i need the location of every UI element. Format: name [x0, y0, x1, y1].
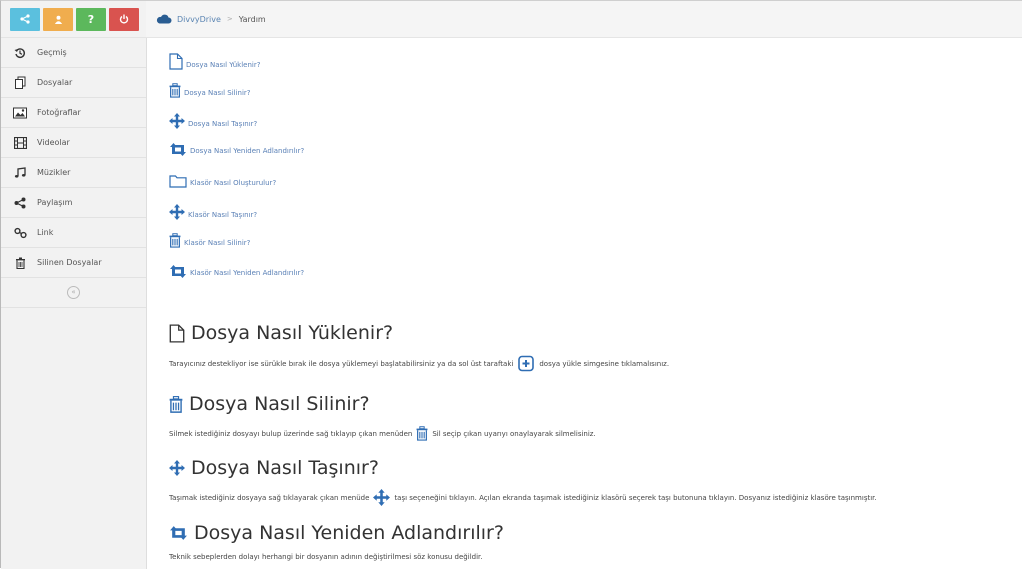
- photo-icon: [12, 105, 28, 121]
- sidebar-item-deleted-files[interactable]: Silinen Dosyalar: [1, 248, 146, 278]
- toc-link[interactable]: Klasör Nasıl Yeniden Adlandırılır?: [190, 269, 304, 278]
- sidebar-quick-buttons: ?: [1, 1, 146, 38]
- app-window: ? Geçmiş Dosyalar Fotoğraflar Videolar M…: [0, 0, 1022, 569]
- sidebar-nav: Geçmiş Dosyalar Fotoğraflar Videolar Müz…: [1, 38, 146, 278]
- section-title: Dosya Nasıl Silinir?: [169, 393, 370, 415]
- trash-icon: [169, 233, 181, 248]
- toc-item[interactable]: Klasör Nasıl Taşınır?: [169, 204, 257, 220]
- help-button[interactable]: ?: [76, 7, 106, 31]
- breadcrumb-current: Yardım: [238, 14, 266, 24]
- sidebar-item-label: Videolar: [37, 138, 70, 147]
- toc-item[interactable]: Dosya Nasıl Silinir?: [169, 83, 251, 98]
- share-icon: [12, 195, 28, 211]
- section-text: Silmek istediğiniz dosyayı bulup üzerind…: [169, 426, 596, 441]
- section-text-part: Tarayıcınız destekliyor ise sürükle bıra…: [169, 360, 514, 368]
- toc-item[interactable]: Dosya Nasıl Taşınır?: [169, 113, 257, 129]
- section-title-text: Dosya Nasıl Yeniden Adlandırılır?: [194, 522, 504, 544]
- section-title: Dosya Nasıl Yüklenir?: [169, 322, 393, 344]
- section-text-part: Teknik sebeplerden dolayı herhangi bir d…: [169, 553, 483, 561]
- section-title-text: Dosya Nasıl Silinir?: [189, 393, 370, 415]
- move-icon: [169, 113, 185, 129]
- sidebar-item-label: Müzikler: [37, 168, 71, 177]
- music-icon: [12, 165, 28, 181]
- sidebar-item-label: Geçmiş: [37, 48, 67, 57]
- sidebar-item-label: Fotoğraflar: [37, 108, 81, 117]
- file-icon: [169, 53, 183, 70]
- file-icon: [169, 323, 185, 343]
- toc-link[interactable]: Klasör Nasıl Silinir?: [184, 239, 250, 248]
- share-icon: [20, 14, 30, 24]
- toc-item[interactable]: Dosya Nasıl Yüklenir?: [169, 53, 260, 70]
- history-icon: [12, 45, 28, 61]
- section-text: Taşımak istediğiniz dosyaya sağ tıklayar…: [169, 489, 877, 506]
- sidebar-item-label: Link: [37, 228, 54, 237]
- sidebar-collapse-row: «: [1, 278, 146, 308]
- trash-icon: [416, 426, 428, 441]
- toc-link[interactable]: Dosya Nasıl Yeniden Adlandırılır?: [190, 147, 304, 156]
- toc-link[interactable]: Klasör Nasıl Taşınır?: [188, 211, 257, 220]
- section-text: Teknik sebeplerden dolayı herhangi bir d…: [169, 553, 483, 561]
- power-button[interactable]: [109, 7, 139, 31]
- breadcrumb: DivvyDrive > Yardım: [146, 1, 1022, 38]
- toc-item[interactable]: Klasör Nasıl Yeniden Adlandırılır?: [169, 265, 304, 278]
- section-text-part: taşı seçeneğini tıklayın. Açılan ekranda…: [394, 493, 877, 502]
- section-title: Dosya Nasıl Taşınır?: [169, 457, 379, 479]
- link-icon: [12, 225, 28, 241]
- section-title-text: Dosya Nasıl Taşınır?: [191, 457, 379, 479]
- sidebar-item-label: Dosyalar: [37, 78, 73, 87]
- toc-link[interactable]: Klasör Nasıl Oluşturulur?: [190, 179, 276, 188]
- toc-item[interactable]: Klasör Nasıl Silinir?: [169, 233, 250, 248]
- user-icon: [54, 15, 62, 24]
- section-text-part: Sil seçip çıkan uyarıyı onaylayarak silm…: [432, 429, 596, 438]
- breadcrumb-home-link[interactable]: DivvyDrive: [177, 15, 221, 24]
- power-icon: [119, 14, 129, 24]
- move-icon: [169, 460, 185, 476]
- retweet-icon: [169, 143, 187, 156]
- section-text-part: dosya yükle simgesine tıklamalısınız.: [539, 360, 670, 368]
- trash-icon: [169, 395, 183, 413]
- section-title-text: Dosya Nasıl Yüklenir?: [191, 322, 394, 344]
- sidebar-item-photos[interactable]: Fotoğraflar: [1, 98, 146, 128]
- toc-link[interactable]: Dosya Nasıl Silinir?: [184, 89, 251, 98]
- sidebar-item-files[interactable]: Dosyalar: [1, 68, 146, 98]
- files-icon: [12, 75, 28, 91]
- sidebar: ? Geçmiş Dosyalar Fotoğraflar Videolar M…: [1, 1, 147, 569]
- retweet-icon: [169, 526, 188, 540]
- trash-icon: [169, 83, 181, 98]
- toc-item[interactable]: Klasör Nasıl Oluşturulur?: [169, 174, 276, 188]
- toc-link[interactable]: Dosya Nasıl Taşınır?: [188, 120, 257, 129]
- move-icon: [169, 204, 185, 220]
- upload-icon: [517, 355, 535, 373]
- share-button[interactable]: [10, 7, 40, 31]
- help-icon: ?: [87, 12, 95, 26]
- section-text-part: Silmek istediğiniz dosyayı bulup üzerind…: [169, 429, 413, 438]
- sidebar-item-music[interactable]: Müzikler: [1, 158, 146, 188]
- sidebar-item-videos[interactable]: Videolar: [1, 128, 146, 158]
- film-icon: [12, 135, 28, 151]
- sidebar-item-sharing[interactable]: Paylaşım: [1, 188, 146, 218]
- sidebar-item-history[interactable]: Geçmiş: [1, 38, 146, 68]
- move-icon: [373, 489, 391, 506]
- cloud-icon: [156, 14, 172, 24]
- section-text-part: Taşımak istediğiniz dosyaya sağ tıklayar…: [169, 493, 370, 502]
- user-button[interactable]: [43, 7, 73, 31]
- sidebar-item-label: Paylaşım: [37, 198, 73, 207]
- sidebar-item-link[interactable]: Link: [1, 218, 146, 248]
- retweet-icon: [169, 265, 187, 278]
- folder-icon: [169, 174, 187, 188]
- sidebar-item-label: Silinen Dosyalar: [37, 258, 102, 267]
- trash-icon: [12, 255, 28, 271]
- section-text: Tarayıcınız destekliyor ise sürükle bıra…: [169, 355, 669, 373]
- toc-link[interactable]: Dosya Nasıl Yüklenir?: [186, 61, 260, 70]
- toc-item[interactable]: Dosya Nasıl Yeniden Adlandırılır?: [169, 143, 304, 156]
- sidebar-collapse-button[interactable]: «: [67, 286, 80, 299]
- breadcrumb-separator: >: [226, 15, 233, 23]
- section-title: Dosya Nasıl Yeniden Adlandırılır?: [169, 522, 504, 544]
